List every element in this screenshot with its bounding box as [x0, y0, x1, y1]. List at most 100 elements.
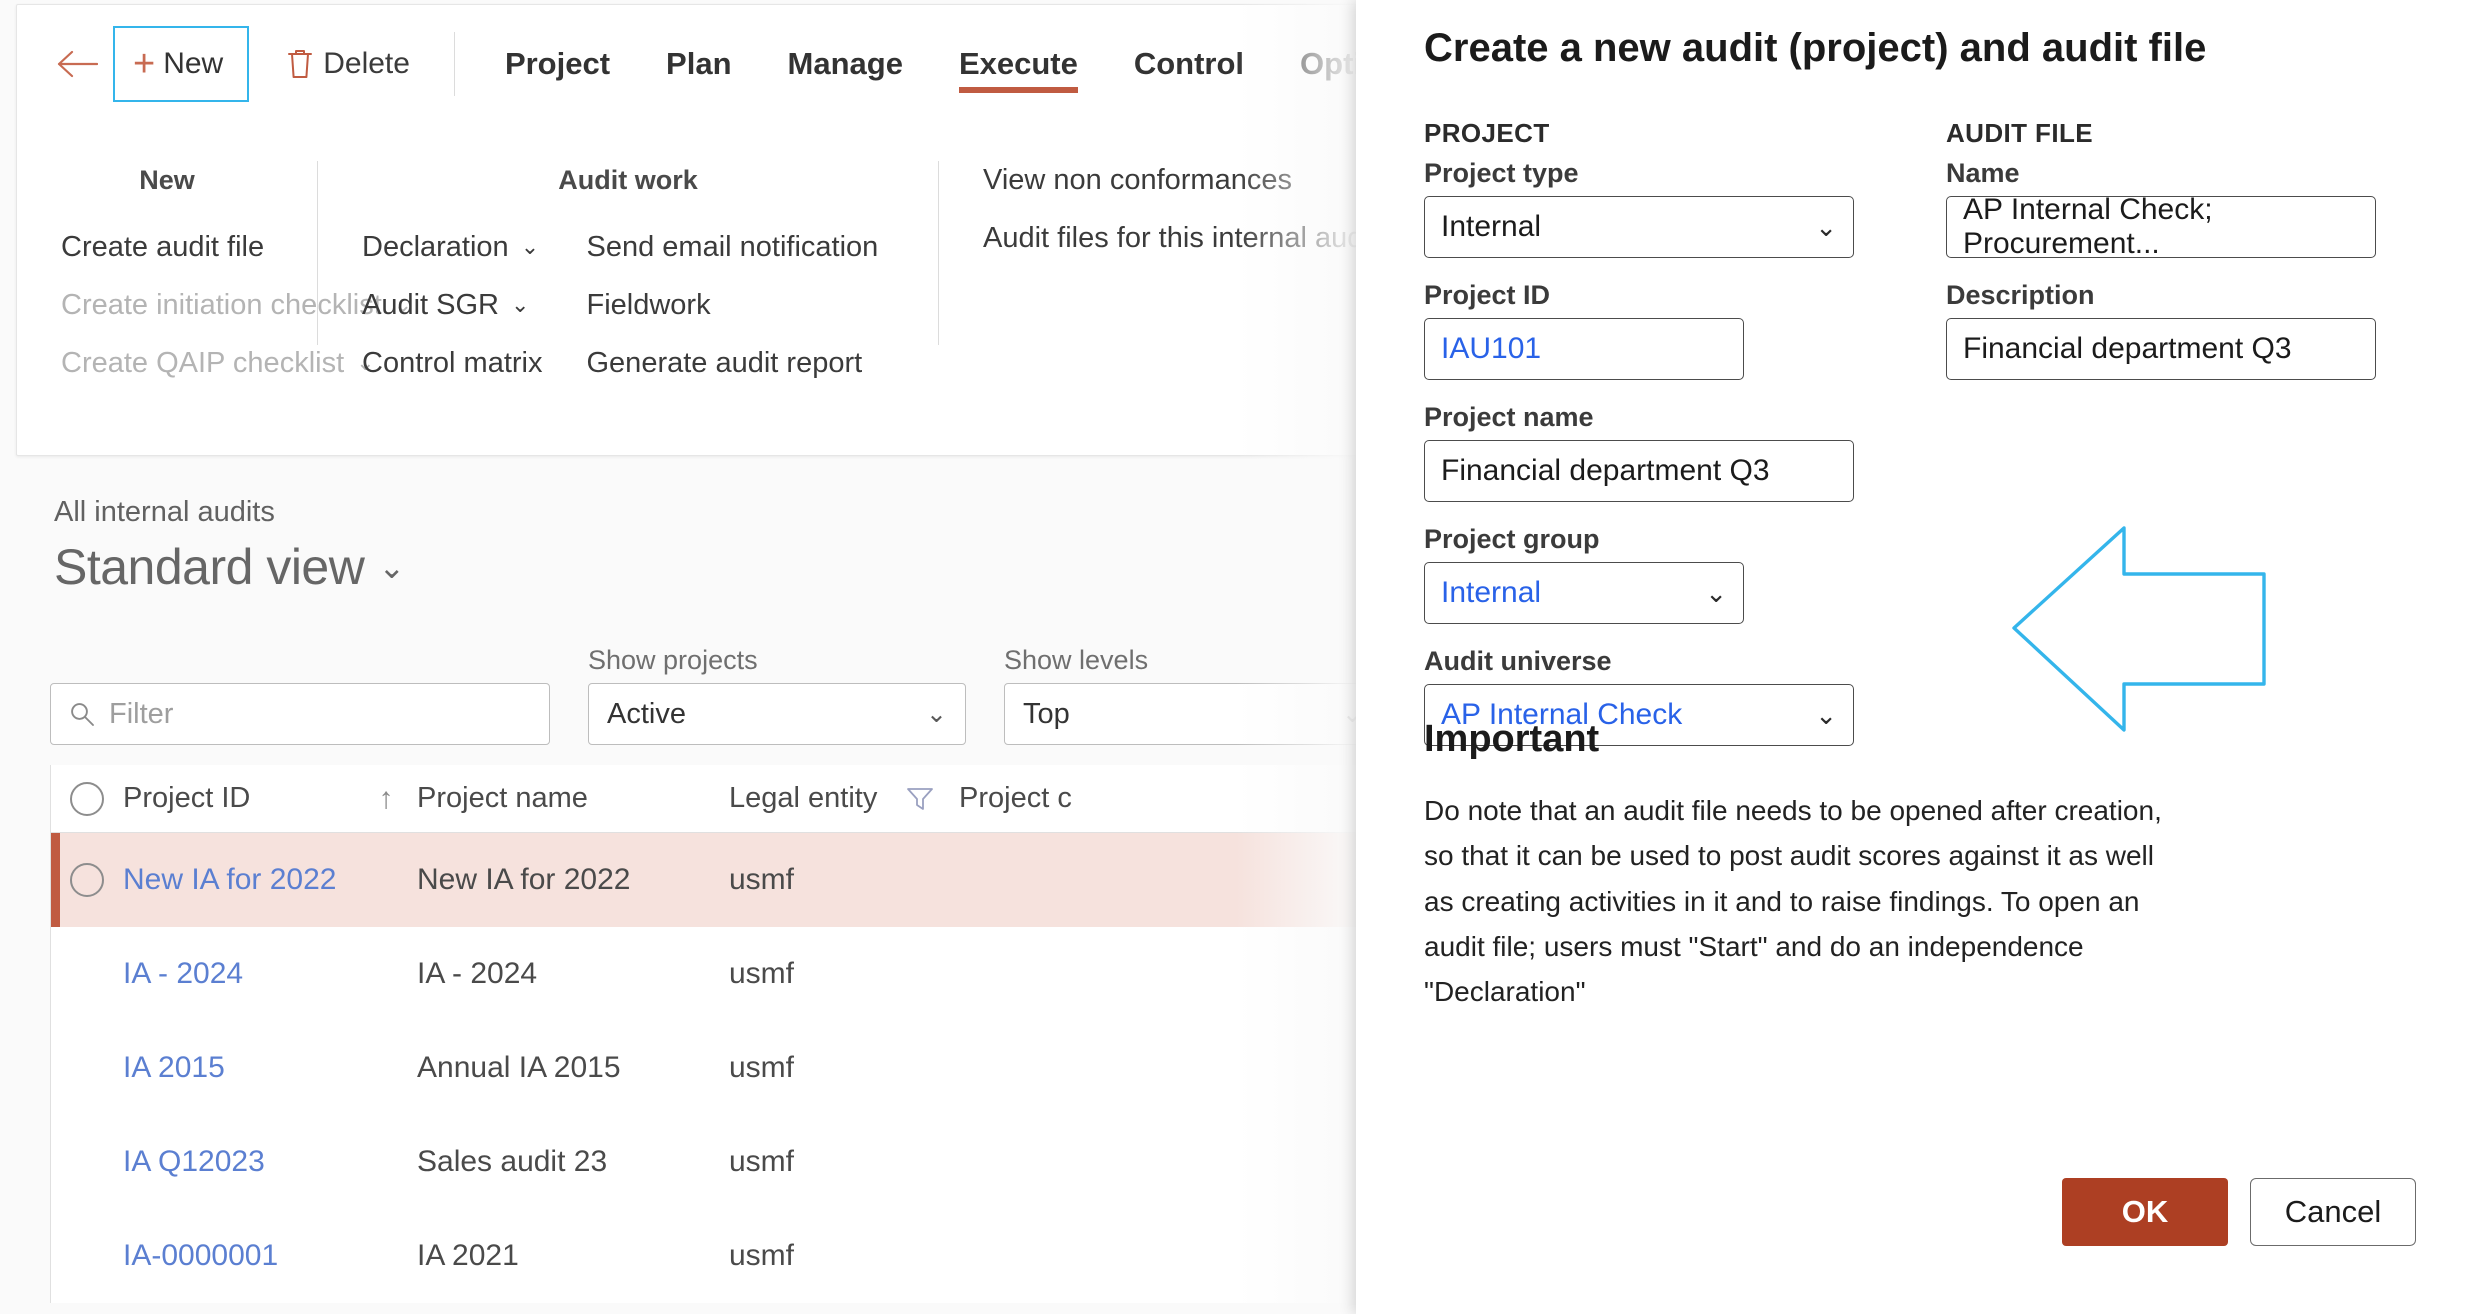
- ribbon-tabs: Project Plan Manage Execute Control: [477, 5, 1445, 123]
- cell-legal-entity: usmf: [729, 1145, 795, 1178]
- tab-control[interactable]: Control: [1106, 5, 1272, 123]
- name-input[interactable]: AP Internal Check; Procurement...: [1946, 193, 2376, 260]
- show-projects-select[interactable]: Active ⌄: [588, 683, 966, 745]
- show-levels-label: Show levels: [1004, 645, 1149, 675]
- ribbon-group-audit-work: Audit work Declaration ⌄ Audit SGR ⌄ Con…: [318, 127, 938, 455]
- delete-button[interactable]: Delete: [265, 26, 432, 102]
- project-section: Project type Internal ⌄ Project ID IAU10…: [1424, 158, 1854, 768]
- section-header-audit-file: AUDIT FILE: [1946, 118, 2093, 148]
- column-header-legal-entity[interactable]: Legal entity: [729, 782, 881, 815]
- tab-manage[interactable]: Manage: [760, 5, 931, 123]
- ribbon-item-label: Audit SGR: [362, 288, 499, 321]
- show-projects-value: Active: [607, 697, 686, 730]
- ribbon-group-audit-work-title: Audit work: [558, 165, 698, 195]
- ribbon-item-label: Audit files for this internal audit: [983, 221, 1378, 254]
- tab-manage-label: Manage: [787, 46, 903, 81]
- show-levels-select[interactable]: Top ⌄: [1004, 683, 1382, 745]
- project-type-select[interactable]: Internal ⌄: [1424, 196, 1854, 258]
- field-description: Description Financial department Q3: [1946, 280, 2376, 380]
- tab-plan-label: Plan: [666, 46, 732, 81]
- project-group-value: Internal: [1441, 576, 1542, 609]
- project-id-input[interactable]: IAU101: [1424, 318, 1744, 380]
- new-button-label: New: [163, 47, 224, 80]
- chevron-down-icon[interactable]: ⌄: [378, 548, 405, 596]
- ribbon-item-view-non-conformances[interactable]: View non conformances: [983, 159, 1378, 201]
- show-projects-label: Show projects: [588, 645, 758, 675]
- chevron-down-icon: ⌄: [1815, 699, 1837, 730]
- show-levels-field-block: Show levels Top ⌄: [1004, 645, 1382, 745]
- cell-project-id[interactable]: IA-0000001: [123, 1239, 355, 1273]
- ok-button[interactable]: OK: [2062, 1178, 2228, 1246]
- cell-legal-entity: usmf: [729, 1239, 795, 1272]
- funnel-icon[interactable]: [881, 786, 959, 812]
- field-project-group: Project group Internal ⌄: [1424, 524, 1854, 624]
- tab-project-label: Project: [504, 46, 611, 81]
- cell-project-name: Sales audit 23: [417, 1145, 608, 1178]
- breadcrumb: All internal audits: [54, 496, 275, 528]
- project-name-input[interactable]: Financial department Q3: [1424, 440, 1854, 502]
- ribbon-group-new: New Create audit file Create initiation …: [17, 127, 412, 455]
- description-value: Financial department Q3: [1963, 332, 2292, 365]
- sort-ascending-icon[interactable]: ↑: [355, 782, 417, 816]
- column-header-project-id[interactable]: Project ID: [123, 782, 355, 815]
- radio-icon: [70, 863, 104, 897]
- project-id-value: IAU101: [1441, 332, 1542, 365]
- project-group-label: Project group: [1424, 524, 1600, 554]
- cell-project-name: New IA for 2022: [417, 863, 631, 896]
- cell-project-name: IA - 2024: [417, 957, 538, 990]
- tab-execute[interactable]: Execute: [931, 5, 1106, 123]
- description-input[interactable]: Financial department Q3: [1946, 318, 2376, 380]
- search-field-block: Filter: [50, 683, 550, 745]
- cancel-button[interactable]: Cancel: [2250, 1178, 2416, 1246]
- column-header-project-name[interactable]: Project name: [417, 782, 729, 815]
- ribbon-item-audit-files-for-this-internal-audit[interactable]: Audit files for this internal audit: [983, 217, 1378, 259]
- tab-plan[interactable]: Plan: [638, 5, 759, 123]
- field-name: Name AP Internal Check; Procurement...: [1946, 158, 2376, 260]
- toolbar-divider: [453, 32, 455, 96]
- ribbon-item-control-matrix[interactable]: Control matrix: [362, 342, 543, 384]
- tab-project[interactable]: Project: [477, 5, 638, 123]
- project-group-select[interactable]: Internal ⌄: [1424, 562, 1744, 624]
- ribbon-item-generate-audit-report[interactable]: Generate audit report: [587, 342, 879, 384]
- ribbon-item-label: Declaration: [362, 230, 509, 263]
- ribbon-item-declaration[interactable]: Declaration ⌄: [362, 226, 543, 268]
- ribbon-item-label: Create QAIP checklist: [61, 346, 345, 379]
- tab-execute-label: Execute: [958, 46, 1078, 81]
- trash-icon: [287, 48, 313, 80]
- cell-project-name: Annual IA 2015: [417, 1051, 621, 1084]
- ribbon-item-send-email-notification[interactable]: Send email notification: [587, 226, 879, 268]
- ribbon-item-audit-sgr[interactable]: Audit SGR ⌄: [362, 284, 543, 326]
- section-header-project: PROJECT: [1424, 118, 1550, 148]
- ribbon-item-fieldwork[interactable]: Fieldwork: [587, 284, 879, 326]
- chevron-down-icon: ⌄: [1815, 211, 1837, 242]
- page-title-row[interactable]: Standard view ⌄: [54, 538, 405, 596]
- field-project-name: Project name Financial department Q3: [1424, 402, 1854, 502]
- name-label: Name: [1946, 158, 2020, 188]
- search-icon: [69, 701, 95, 727]
- tab-control-label: Control: [1133, 46, 1245, 81]
- cell-legal-entity: usmf: [729, 1051, 795, 1084]
- radio-icon: [70, 781, 104, 816]
- audit-file-section: Name AP Internal Check; Procurement... D…: [1946, 158, 2376, 402]
- cell-project-id[interactable]: IA 2015: [123, 1051, 355, 1085]
- chevron-down-icon: ⌄: [926, 700, 947, 728]
- ribbon-item-label: Fieldwork: [586, 288, 711, 321]
- select-all-checkbox[interactable]: [51, 781, 123, 816]
- cell-project-id[interactable]: New IA for 2022: [123, 863, 355, 897]
- filter-bar: Filter Show projects Active ⌄ Show level…: [50, 645, 1382, 745]
- description-label: Description: [1946, 280, 2095, 310]
- cell-legal-entity: usmf: [729, 957, 795, 990]
- cell-project-id[interactable]: IA - 2024: [123, 957, 355, 991]
- column-header-project-c[interactable]: Project c: [959, 782, 1219, 815]
- cell-legal-entity: usmf: [729, 863, 795, 896]
- ribbon-item-label: Generate audit report: [586, 346, 863, 379]
- chevron-down-icon: ⌄: [511, 292, 530, 317]
- row-select-radio[interactable]: [51, 863, 123, 897]
- show-levels-value: Top: [1023, 697, 1070, 730]
- back-arrow-icon[interactable]: [55, 42, 99, 86]
- important-body: Do note that an audit file needs to be o…: [1424, 795, 2162, 1008]
- ribbon-item-label: View non conformances: [983, 163, 1292, 196]
- new-button[interactable]: + New: [113, 26, 250, 102]
- cell-project-id[interactable]: IA Q12023: [123, 1145, 355, 1179]
- search-input[interactable]: Filter: [50, 683, 550, 745]
